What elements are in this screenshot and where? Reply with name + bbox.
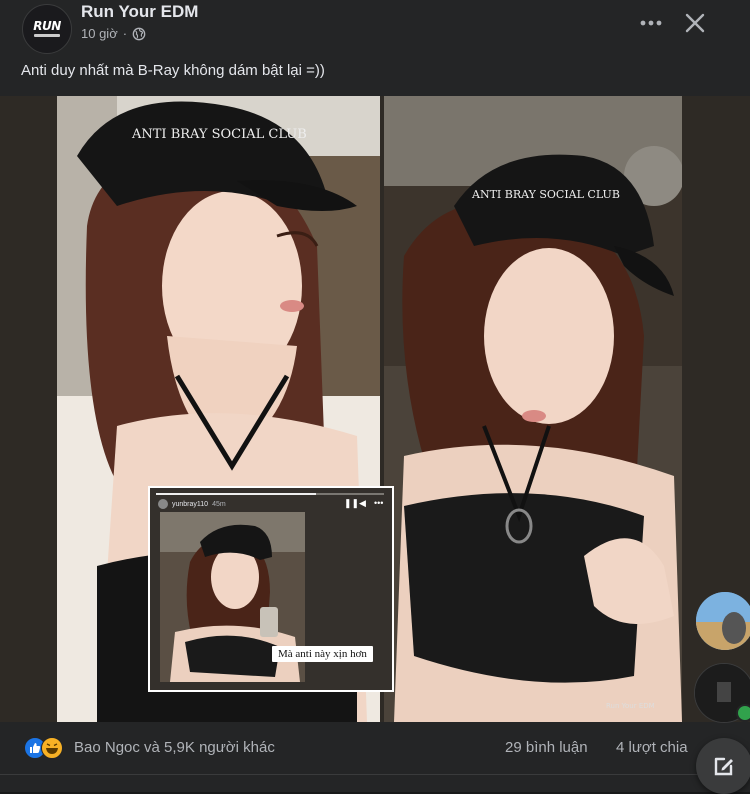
post-media[interactable]: ANTI BRAY SOCIAL CLUB ANTI BRAY SOCIAL C…	[0, 96, 750, 722]
story-screenshot: yunbray110 45m ❚❚ ◀ ••• Mà anti này xịn …	[148, 486, 394, 692]
reaction-summary[interactable]: Bao Ngoc và 5,9K người khác	[74, 739, 275, 756]
divider	[0, 774, 750, 775]
avatar-logo-bar	[34, 34, 60, 37]
globe-icon[interactable]	[132, 27, 146, 41]
post-timestamp[interactable]: 10 giờ	[81, 26, 118, 41]
post-card: RUN Run Your EDM 10 giờ · Anti duy nhất …	[0, 0, 750, 794]
page-name-link[interactable]: Run Your EDM	[81, 2, 198, 22]
story-overlay-text: Mà anti này xịn hơn	[272, 646, 373, 662]
story-progress-bar	[156, 493, 384, 495]
left-cap-text: ANTI BRAY SOCIAL CLUB	[131, 127, 307, 142]
online-status-dot	[736, 704, 750, 722]
comment-count[interactable]: 29 bình luận	[505, 739, 588, 756]
more-options-button[interactable]	[636, 8, 666, 38]
contact-avatar-1[interactable]	[696, 592, 750, 650]
story-username: yunbray110	[172, 500, 209, 508]
more-dots-icon	[640, 20, 662, 26]
story-user: yunbray110 45m	[158, 499, 226, 509]
page-avatar[interactable]: RUN	[22, 4, 72, 54]
haha-reaction-icon	[41, 737, 63, 759]
share-count[interactable]: 4 lượt chia	[616, 739, 688, 756]
story-avatar	[158, 499, 168, 509]
close-button[interactable]	[680, 8, 710, 38]
post-caption: Anti duy nhất mà B-Ray không dám bật lại…	[21, 62, 325, 79]
reaction-icons[interactable]	[24, 737, 70, 759]
new-message-button[interactable]	[696, 738, 750, 794]
right-cap-text: ANTI BRAY SOCIAL CLUB	[471, 188, 620, 201]
meta-separator: ·	[122, 26, 128, 41]
pause-icon: ❚❚	[344, 498, 360, 508]
photo-right-image: ANTI BRAY SOCIAL CLUB Run Your EDM	[384, 96, 682, 722]
volume-icon: ◀	[359, 498, 366, 508]
more-dots-icon: •••	[374, 498, 384, 508]
avatar-logo-text: RUN	[33, 19, 61, 33]
reaction-bar: Bao Ngoc và 5,9K người khác 29 bình luận…	[0, 722, 750, 774]
post-header: RUN Run Your EDM 10 giờ ·	[0, 0, 750, 54]
story-time: 45m	[212, 500, 226, 508]
photo-right[interactable]: ANTI BRAY SOCIAL CLUB Run Your EDM	[384, 96, 682, 722]
close-icon	[685, 13, 705, 33]
watermark-text: Run Your EDM	[606, 702, 655, 710]
post-meta: 10 giờ ·	[81, 26, 146, 41]
compose-icon	[714, 757, 733, 776]
